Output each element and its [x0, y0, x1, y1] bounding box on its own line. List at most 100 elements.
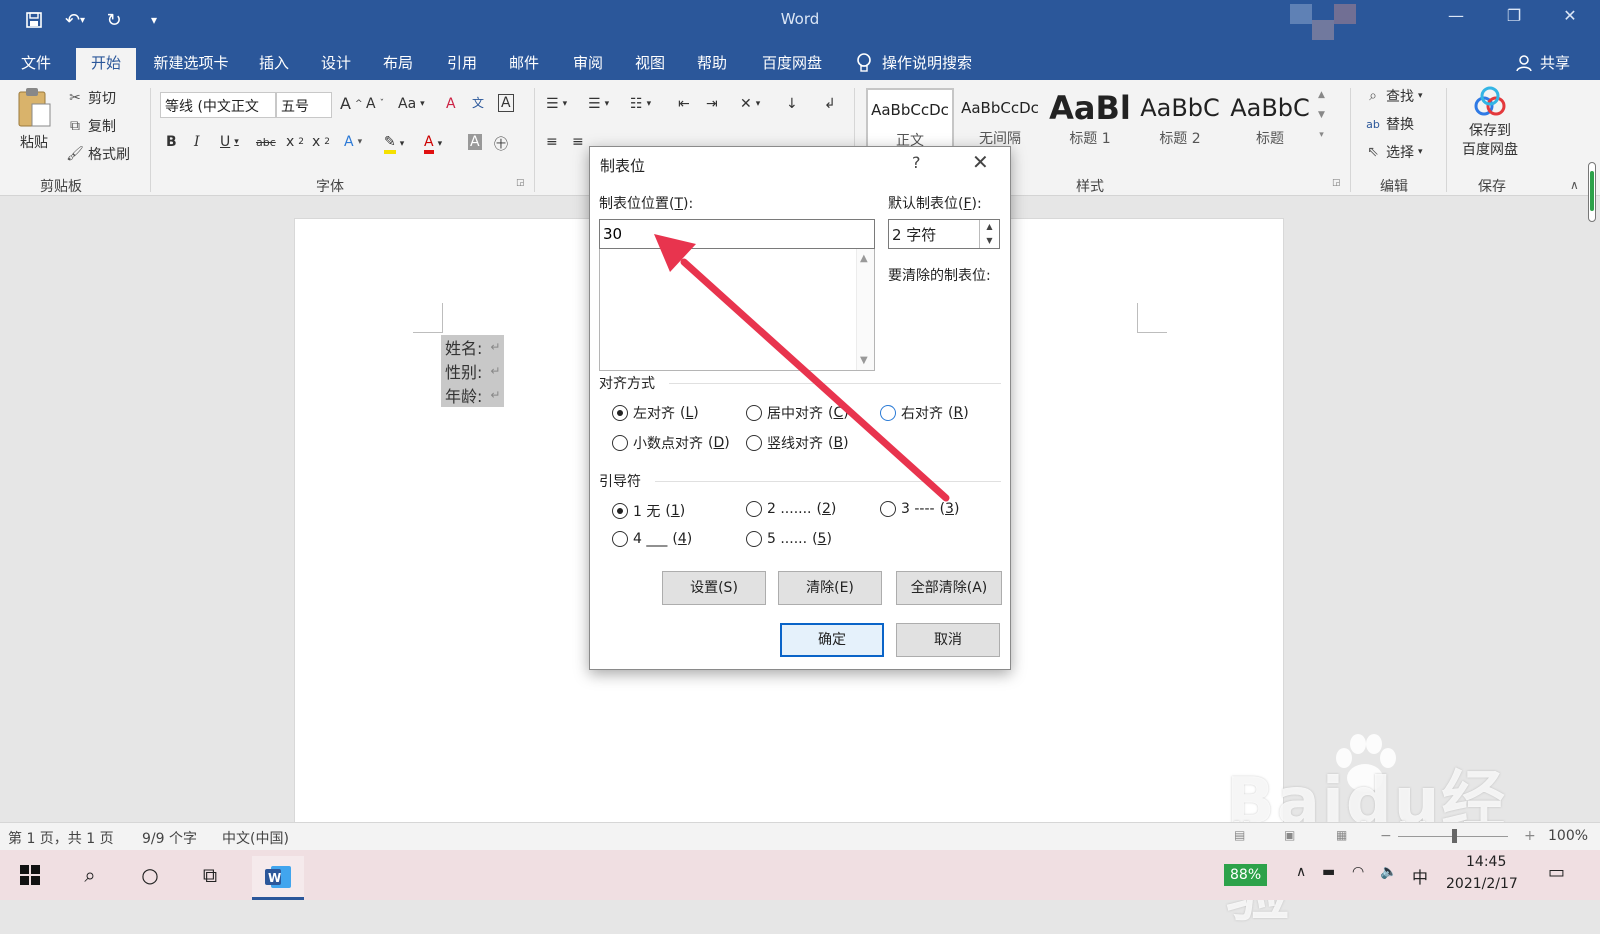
subscript-icon[interactable]: x2 [286, 134, 304, 150]
tab-help[interactable]: 帮助 [690, 48, 734, 80]
align-left-icon[interactable]: ≡ [546, 134, 558, 150]
scroll-up-icon[interactable]: ▲ [860, 253, 868, 264]
save-to-netdisk-button[interactable]: 保存到 百度网盘 [1462, 86, 1518, 160]
sort-icon[interactable]: ↓ [786, 96, 798, 112]
word-count[interactable]: 9/9 个字 [142, 828, 197, 848]
set-button[interactable]: 设置(S) [662, 571, 766, 605]
char-border-icon[interactable]: A [498, 94, 514, 112]
ok-button[interactable]: 确定 [780, 623, 884, 657]
leader-none-radio[interactable]: 1 无 (1) [612, 501, 685, 521]
default-tab-spinner[interactable]: 2 字符 ▲ ▼ [888, 219, 1000, 249]
clear-format-icon[interactable]: A [446, 96, 456, 112]
leader-dashes-radio[interactable]: 3 ---- (3) [880, 501, 959, 517]
cortana-icon[interactable]: ○ [132, 860, 168, 890]
read-mode-icon[interactable]: ▤ [1234, 828, 1245, 842]
cut-button[interactable]: ✂ 剪切 [66, 88, 116, 108]
style-heading-1[interactable]: AaBl 标题 1 [1046, 88, 1134, 160]
help-icon[interactable]: ? [912, 153, 921, 172]
strikethrough-icon[interactable]: abc [256, 136, 276, 149]
find-button[interactable]: ⌕ 查找 ▾ [1364, 86, 1422, 106]
align-right-radio[interactable]: 右对齐 (R) [880, 403, 969, 423]
style-heading-2[interactable]: AaBbC 标题 2 [1136, 88, 1224, 160]
doc-line-gender[interactable]: 性别: ↵ [441, 359, 505, 383]
text-effect-icon[interactable]: A ▾ [344, 134, 362, 150]
align-center-radio[interactable]: 居中对齐 (C) [746, 403, 849, 423]
close-icon[interactable]: ✕ [972, 150, 989, 174]
print-layout-icon[interactable]: ▣ [1284, 828, 1295, 842]
styles-dialog-launcher-icon[interactable]: ◲ [1332, 178, 1341, 188]
phonetic-guide-icon[interactable]: 文 [472, 94, 484, 111]
minimize-icon[interactable]: — [1436, 6, 1476, 32]
close-window-icon[interactable]: ✕ [1550, 6, 1590, 32]
style-title[interactable]: AaBbC 标题 [1226, 88, 1314, 160]
styles-scroll-icon[interactable]: ▲ ▼ ▾ [1318, 90, 1325, 140]
collapse-ribbon-icon[interactable]: ∧ [1570, 178, 1579, 192]
bullets-icon[interactable]: ☰ ▾ [546, 96, 567, 112]
zoom-out-icon[interactable]: − [1380, 828, 1392, 844]
volume-icon[interactable]: 🔈 [1380, 864, 1397, 880]
shrink-font-icon[interactable]: Aˇ [366, 96, 384, 112]
clock-date[interactable]: 2021/2/17 [1446, 876, 1518, 892]
cancel-button[interactable]: 取消 [896, 623, 1000, 657]
increase-indent-icon[interactable]: ⇥ [706, 96, 718, 112]
bold-icon[interactable]: B [166, 134, 177, 150]
restore-icon[interactable]: ❐ [1494, 6, 1534, 32]
tab-review[interactable]: 审阅 [566, 48, 610, 80]
font-color-icon[interactable]: A ▾ [424, 134, 442, 154]
grow-font-icon[interactable]: A ^ [340, 94, 363, 113]
notification-icon[interactable]: ▭ [1548, 862, 1565, 883]
align-left-radio[interactable]: 左对齐 (L) [612, 403, 699, 423]
doc-line-age[interactable]: 年龄: ↵ [441, 383, 505, 407]
share-button[interactable]: 共享 [1516, 52, 1570, 73]
zoom-level[interactable]: 100% [1548, 828, 1588, 844]
clear-all-button[interactable]: 全部清除(A) [896, 571, 1002, 605]
tab-references[interactable]: 引用 [440, 48, 484, 80]
paste-button[interactable]: 粘贴 [16, 86, 52, 152]
windows-start-icon[interactable] [12, 860, 48, 890]
spinner-buttons[interactable]: ▲ ▼ [979, 220, 999, 248]
web-layout-icon[interactable]: ▦ [1336, 828, 1347, 842]
font-size-combo[interactable]: 五号 [276, 92, 332, 118]
spin-up-icon[interactable]: ▲ [980, 220, 999, 234]
replace-button[interactable]: ab 替换 [1364, 114, 1414, 134]
copy-button[interactable]: ⧉ 复制 [66, 116, 116, 136]
format-painter-button[interactable]: 🖌 格式刷 [66, 144, 130, 164]
page-count[interactable]: 第 1 页，共 1 页 [8, 828, 114, 848]
battery-icon[interactable]: ▬ [1322, 864, 1335, 880]
tab-view[interactable]: 视图 [628, 48, 672, 80]
tray-chevron-icon[interactable]: ∧ [1296, 864, 1306, 880]
numbering-icon[interactable]: ☰ ▾ [588, 96, 609, 112]
show-marks-icon[interactable]: ↲ [824, 96, 836, 112]
list-scrollbar[interactable]: ▲ ▼ [856, 249, 874, 370]
tab-new-tab[interactable]: 新建选项卡 [148, 48, 234, 80]
scroll-down-icon[interactable]: ▼ [860, 355, 868, 366]
decrease-indent-icon[interactable]: ⇤ [678, 96, 690, 112]
tab-file[interactable]: 文件 [12, 48, 60, 80]
search-taskbar-icon[interactable]: ⌕ [72, 860, 108, 890]
font-dialog-launcher-icon[interactable]: ◲ [516, 178, 525, 188]
enclose-char-icon[interactable]: ㊉ [494, 134, 508, 154]
tab-baidu-netdisk[interactable]: 百度网盘 [756, 48, 828, 80]
align-bar-radio[interactable]: 竖线对齐 (B) [746, 433, 849, 453]
tab-design[interactable]: 设计 [314, 48, 358, 80]
scroll-thumb[interactable] [1590, 171, 1594, 211]
tab-position-input[interactable] [599, 219, 875, 249]
tab-stop-list[interactable]: ▲ ▼ [599, 249, 875, 371]
clear-button[interactable]: 清除(E) [778, 571, 882, 605]
zoom-in-icon[interactable]: + [1524, 828, 1536, 844]
multilevel-list-icon[interactable]: ☷ ▾ [630, 96, 651, 112]
spin-down-icon[interactable]: ▼ [980, 234, 999, 248]
zoom-slider-thumb[interactable] [1452, 829, 1457, 843]
change-case-button[interactable]: Aa ▾ [398, 96, 425, 112]
tab-insert[interactable]: 插入 [252, 48, 296, 80]
chinese-layout-icon[interactable]: ✕ ▾ [740, 96, 760, 112]
language-indicator[interactable]: 中文(中国) [222, 828, 289, 848]
leader-underline-radio[interactable]: 4 ___ (4) [612, 531, 692, 547]
task-view-icon[interactable]: ⧉ [192, 860, 228, 890]
superscript-icon[interactable]: x2 [312, 134, 330, 150]
highlight-icon[interactable]: ✎ ▾ [384, 134, 404, 154]
align-center-icon[interactable]: ≡ [572, 134, 584, 150]
wifi-icon[interactable]: ◠ [1352, 864, 1364, 880]
tab-layout[interactable]: 布局 [376, 48, 420, 80]
font-name-combo[interactable]: 等线 (中文正文 [160, 92, 276, 118]
